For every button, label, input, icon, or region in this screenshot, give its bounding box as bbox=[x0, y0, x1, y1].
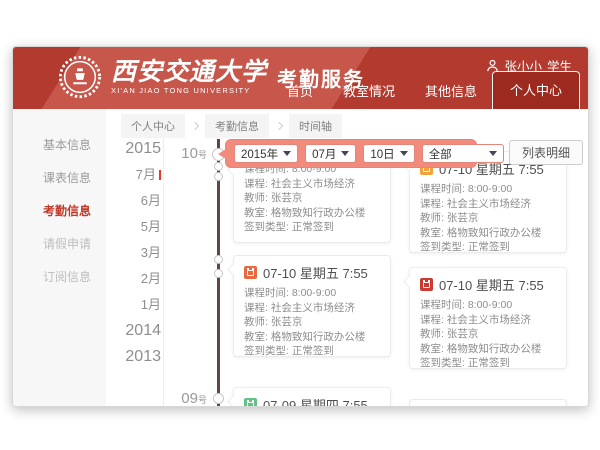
app-header: 西安交通大学 XI'AN JIAO TONG UNIVERSITY 考勤服务 张… bbox=[13, 47, 588, 109]
timeline-month-label[interactable]: 1月 bbox=[71, 292, 161, 318]
card-pointer bbox=[227, 395, 240, 407]
card-field: 课程: 社会主义市场经济 bbox=[244, 177, 380, 192]
chevron-right-icon bbox=[275, 122, 283, 130]
card-pointer bbox=[403, 275, 416, 288]
card-title: 07-10 星期五 7:55 bbox=[263, 263, 368, 282]
card-field: 课程: 社会主义市场经济 bbox=[420, 313, 556, 328]
university-emblem-icon bbox=[57, 54, 103, 100]
timeline-month-label[interactable]: 5月 bbox=[71, 214, 161, 240]
card-field: 教室: 格物致知行政办公楼 bbox=[244, 206, 380, 221]
breadcrumb-item[interactable]: 个人中心 bbox=[121, 114, 185, 138]
card-field: 课程时间: 8:00-9:00 bbox=[420, 298, 556, 313]
day-marker-10[interactable]: 10号 bbox=[159, 145, 207, 162]
breadcrumb-item[interactable]: 考勤信息 bbox=[205, 114, 269, 138]
card-field: 课程时间: 8:00-9:00 bbox=[244, 286, 380, 301]
university-name-en: XI'AN JIAO TONG UNIVERSITY bbox=[111, 86, 267, 95]
card-field: 教室: 格物致知行政办公楼 bbox=[420, 226, 556, 241]
card-field: 课程: 社会主义市场经济 bbox=[244, 301, 380, 316]
card-field: 签到类型: 正常签到 bbox=[244, 220, 380, 235]
timeline-divider bbox=[163, 137, 164, 407]
card-header: 07-10 星期五 7:55 bbox=[244, 263, 380, 282]
nav-tab[interactable]: 教室情况 bbox=[328, 72, 410, 109]
day-suffix: 号 bbox=[198, 395, 207, 405]
filter-dropdown-value: 10日 bbox=[370, 146, 394, 162]
timeline-month-label[interactable]: 2月 bbox=[71, 266, 161, 292]
day-number: 10 bbox=[181, 145, 198, 162]
card-field: 教室: 格物致知行政办公楼 bbox=[420, 342, 556, 357]
day-number: 09 bbox=[181, 390, 198, 407]
card-title: 07-10 星期五 7:55 bbox=[439, 275, 544, 294]
day-suffix: 号 bbox=[198, 150, 207, 160]
list-detail-button[interactable]: 列表明细 bbox=[509, 140, 583, 165]
card-pointer bbox=[227, 263, 240, 276]
card-field: 教师: 张芸京 bbox=[420, 211, 556, 226]
card-field: 课程: 社会主义市场经济 bbox=[420, 197, 556, 212]
attendance-card: 07-09 星期四 7:55 bbox=[233, 387, 391, 407]
card-header: 07-09 星期四 7:55 bbox=[244, 395, 380, 407]
timeline-year-label[interactable]: 2013 bbox=[71, 344, 161, 370]
attendance-card: 07-10 星期五 7:55 课程时间: 8:00-9:00课程: 社会主义市场经… bbox=[409, 267, 567, 369]
filter-dropdown-value: 07月 bbox=[312, 146, 336, 162]
card-field: 签到类型: 正常签到 bbox=[420, 240, 556, 255]
timeline-dot bbox=[214, 269, 223, 278]
card-field: 教师: 张芸京 bbox=[420, 327, 556, 342]
filter-dropdown[interactable]: 全部 bbox=[422, 144, 504, 163]
chevron-right-icon bbox=[191, 122, 199, 130]
nav-tab[interactable]: 个人中心 bbox=[492, 71, 580, 109]
calendar-status-icon bbox=[244, 398, 257, 407]
timeline-dot bbox=[213, 393, 224, 404]
timeline-dot bbox=[214, 255, 223, 264]
breadcrumb: 个人中心考勤信息时间轴 bbox=[121, 114, 342, 138]
chevron-down-icon bbox=[400, 151, 408, 156]
card-header: 07-10 星期五 7:55 bbox=[420, 275, 556, 294]
breadcrumb-item[interactable]: 时间轴 bbox=[289, 114, 342, 138]
university-name-cn: 西安交通大学 bbox=[111, 59, 267, 85]
attendance-card: 课程时间: 8:00-9:00课程: 社会主义市场经济教师: 张芸京教室: 格物… bbox=[233, 155, 391, 243]
content-area: 基本信息课表信息考勤信息请假申请订阅信息 个人中心考勤信息时间轴 20157月6… bbox=[13, 109, 588, 407]
chevron-down-icon bbox=[283, 151, 291, 156]
attendance-card: 07-10 星期五 7:55 课程时间: 8:00-9:00课程: 社会主义市场经… bbox=[233, 255, 391, 357]
card-field: 签到类型: 正常签到 bbox=[420, 356, 556, 371]
filter-dropdown[interactable]: 2015年 bbox=[234, 144, 298, 163]
day-marker-09[interactable]: 09号 bbox=[159, 390, 207, 407]
card-field: 教师: 张芸京 bbox=[244, 315, 380, 330]
chevron-down-icon bbox=[489, 151, 497, 156]
filter-dropdown-value: 全部 bbox=[429, 146, 452, 162]
filter-dropdown-value: 2015年 bbox=[241, 146, 278, 162]
calendar-status-icon bbox=[420, 278, 433, 291]
calendar-status-icon bbox=[244, 266, 257, 279]
nav-tab[interactable]: 其他信息 bbox=[410, 72, 492, 109]
timeline-month-nav: 20157月6月5月3月2月1月20142013 bbox=[71, 136, 161, 370]
card-field: 课程时间: 8:00-9:00 bbox=[420, 182, 556, 197]
timeline-month-label[interactable]: 7月 bbox=[71, 162, 161, 188]
timeline-dot bbox=[214, 162, 223, 171]
attendance-card bbox=[409, 399, 567, 407]
card-field: 教师: 张芸京 bbox=[244, 191, 380, 206]
app-window: 西安交通大学 XI'AN JIAO TONG UNIVERSITY 考勤服务 张… bbox=[12, 46, 589, 407]
card-field: 教室: 格物致知行政办公楼 bbox=[244, 330, 380, 345]
timeline-month-label[interactable]: 3月 bbox=[71, 240, 161, 266]
filter-bar: 2015年 07月 10日 全部 bbox=[225, 139, 477, 168]
filter-dropdown[interactable]: 07月 bbox=[305, 144, 356, 163]
card-field: 签到类型: 正常签到 bbox=[244, 344, 380, 359]
main-nav: 首页教室情况其他信息个人中心 bbox=[272, 71, 580, 109]
card-title: 07-09 星期四 7:55 bbox=[263, 395, 368, 407]
timeline-dot bbox=[214, 172, 223, 181]
timeline-month-label[interactable]: 6月 bbox=[71, 188, 161, 214]
nav-tab[interactable]: 首页 bbox=[272, 72, 328, 109]
chevron-down-icon bbox=[341, 151, 349, 156]
filter-dropdown[interactable]: 10日 bbox=[363, 144, 414, 163]
timeline-year-label[interactable]: 2014 bbox=[71, 318, 161, 344]
timeline-year-label[interactable]: 2015 bbox=[71, 136, 161, 162]
